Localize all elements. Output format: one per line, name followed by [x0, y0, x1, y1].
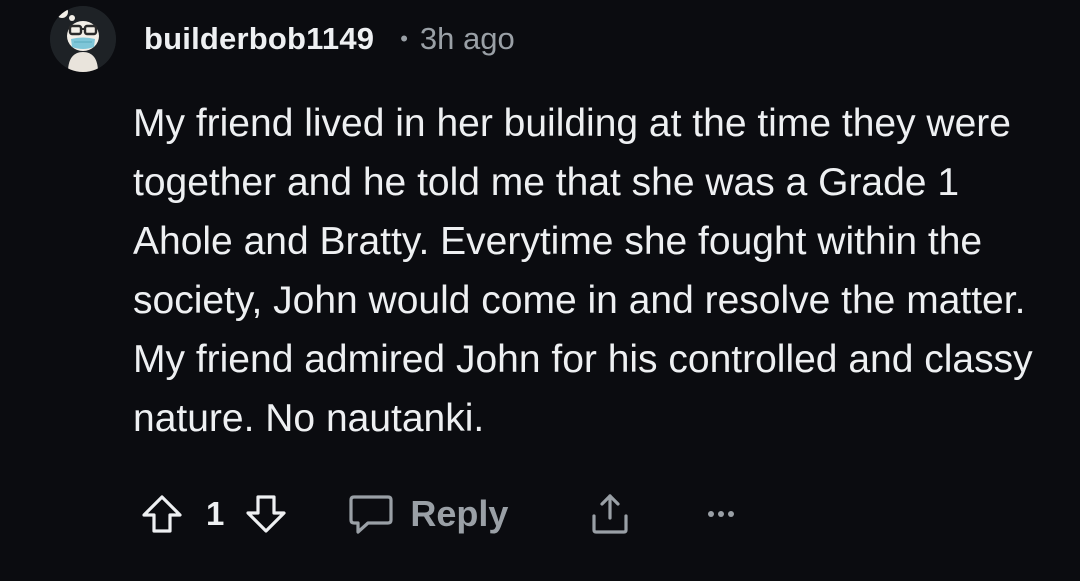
comment-header: builderbob1149 • 3h ago [50, 6, 515, 72]
avatar[interactable] [50, 6, 116, 72]
arrow-up-icon [142, 495, 182, 533]
more-options-button[interactable] [706, 508, 736, 520]
reply-button[interactable]: Reply [348, 492, 508, 536]
vote-count: 1 [206, 495, 225, 532]
share-button[interactable] [588, 492, 632, 536]
username[interactable]: builderbob1149 [144, 21, 374, 57]
separator-dot: • [400, 26, 408, 51]
speech-bubble-icon [349, 495, 393, 534]
avatar-icon [50, 6, 116, 72]
arrow-down-icon [246, 495, 286, 533]
ellipsis-icon [708, 511, 735, 517]
comment: builderbob1149 • 3h ago My friend lived … [0, 0, 1080, 581]
reply-label: Reply [410, 493, 509, 534]
comment-body: My friend lived in her building at the t… [133, 102, 1033, 440]
timestamp: 3h ago [419, 21, 515, 56]
upvote-button[interactable] [140, 492, 184, 536]
share-icon [592, 494, 629, 534]
action-bar: 1 Reply [140, 486, 736, 542]
downvote-button[interactable] [244, 492, 288, 536]
